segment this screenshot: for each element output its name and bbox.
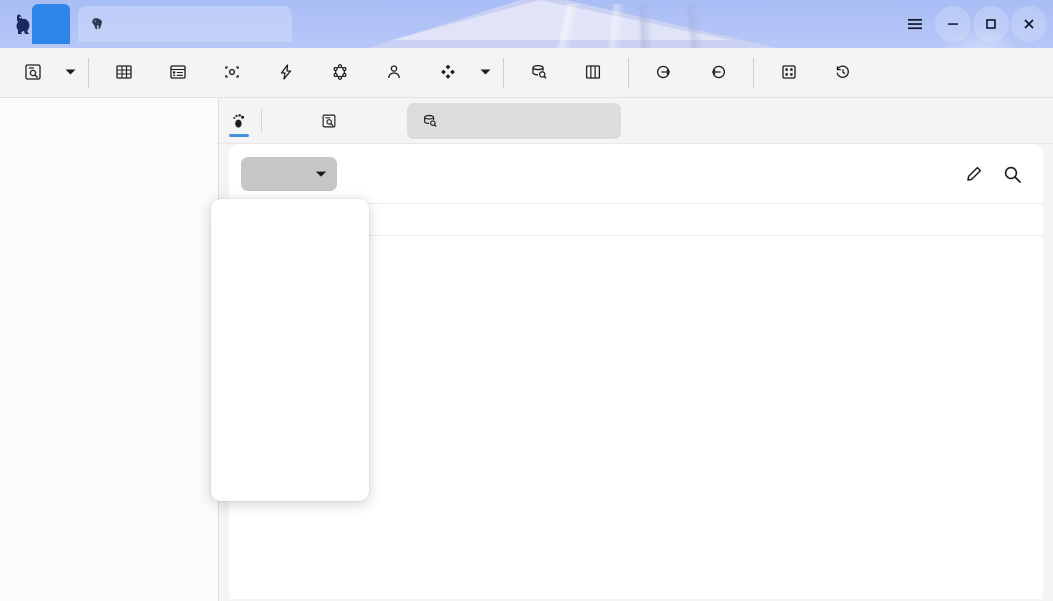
new-tab-button[interactable] (32, 4, 70, 44)
toolbar-divider-1 (88, 57, 89, 88)
tab-search-object[interactable] (407, 102, 621, 139)
toolbar-others-caret[interactable] (475, 48, 495, 98)
title-bar (0, 0, 1053, 48)
object-type-dropdown-menu[interactable] (211, 199, 369, 501)
search-controls-bar (229, 144, 1043, 204)
search-db-icon (530, 62, 548, 82)
gnome-foot-icon[interactable] (219, 99, 259, 143)
toolbar-trigger[interactable] (259, 48, 313, 98)
fuji-ridge-streaks (340, 4, 820, 48)
view-icon (169, 62, 187, 82)
toolbar-data-export[interactable] (637, 48, 691, 98)
postgres-elephant-icon (88, 15, 106, 33)
tab-new-query[interactable] (306, 103, 359, 139)
object-type-select[interactable] (241, 157, 337, 191)
magnifier-icon[interactable] (999, 161, 1025, 187)
search-object-icon (421, 112, 438, 129)
toolbar-routine[interactable] (313, 48, 367, 98)
close-icon[interactable] (1011, 6, 1047, 42)
search-action-buttons (961, 161, 1043, 187)
tab-search-object-close-icon[interactable] (468, 113, 484, 129)
object-tree-sidebar[interactable] (0, 98, 219, 601)
trigger-icon (277, 62, 295, 82)
toolbar-history-logs[interactable] (816, 48, 870, 98)
toolbar-user[interactable] (367, 48, 421, 98)
query-icon (24, 62, 42, 82)
toolbar-document[interactable] (566, 48, 620, 98)
toolbar-model[interactable] (762, 48, 816, 98)
index-icon (223, 62, 241, 82)
active-tab-underline (229, 134, 249, 137)
others-icon (439, 62, 457, 82)
new-query-icon (320, 112, 337, 129)
table-icon (115, 62, 133, 82)
document-icon (584, 62, 602, 82)
keyword-field-wrapper[interactable] (363, 152, 961, 196)
chevron-down-icon (315, 170, 327, 178)
kangaroo-db-client-window (0, 0, 1053, 601)
toolbar-divider-3 (628, 57, 629, 88)
routine-icon (331, 62, 349, 82)
minimize-icon[interactable] (935, 6, 971, 42)
toolbar-search[interactable] (512, 48, 566, 98)
tabstrip-divider (261, 109, 262, 132)
toolbar-divider-2 (503, 57, 504, 88)
maximize-icon[interactable] (973, 6, 1009, 42)
pencil-icon[interactable] (961, 161, 987, 187)
toolbar-others[interactable] (421, 48, 475, 98)
toolbar-query[interactable] (6, 48, 60, 98)
toolbar-view[interactable] (151, 48, 205, 98)
window-controls (897, 6, 1047, 42)
window-tab-pagila[interactable] (78, 6, 292, 42)
toolbar-query-caret[interactable] (60, 48, 80, 98)
toolbar-data-import[interactable] (691, 48, 745, 98)
toolbar-table[interactable] (97, 48, 151, 98)
data-import-icon (709, 62, 727, 82)
document-tab-strip (219, 98, 1053, 144)
toolbar-index[interactable] (205, 48, 259, 98)
history-logs-icon (834, 62, 852, 82)
user-icon (385, 62, 403, 82)
data-export-icon (655, 62, 673, 82)
hamburger-menu-icon[interactable] (897, 6, 933, 42)
model-icon (780, 62, 798, 82)
window-tab-close-icon[interactable] (264, 15, 282, 33)
main-toolbar (0, 48, 1053, 98)
toolbar-divider-4 (753, 57, 754, 88)
